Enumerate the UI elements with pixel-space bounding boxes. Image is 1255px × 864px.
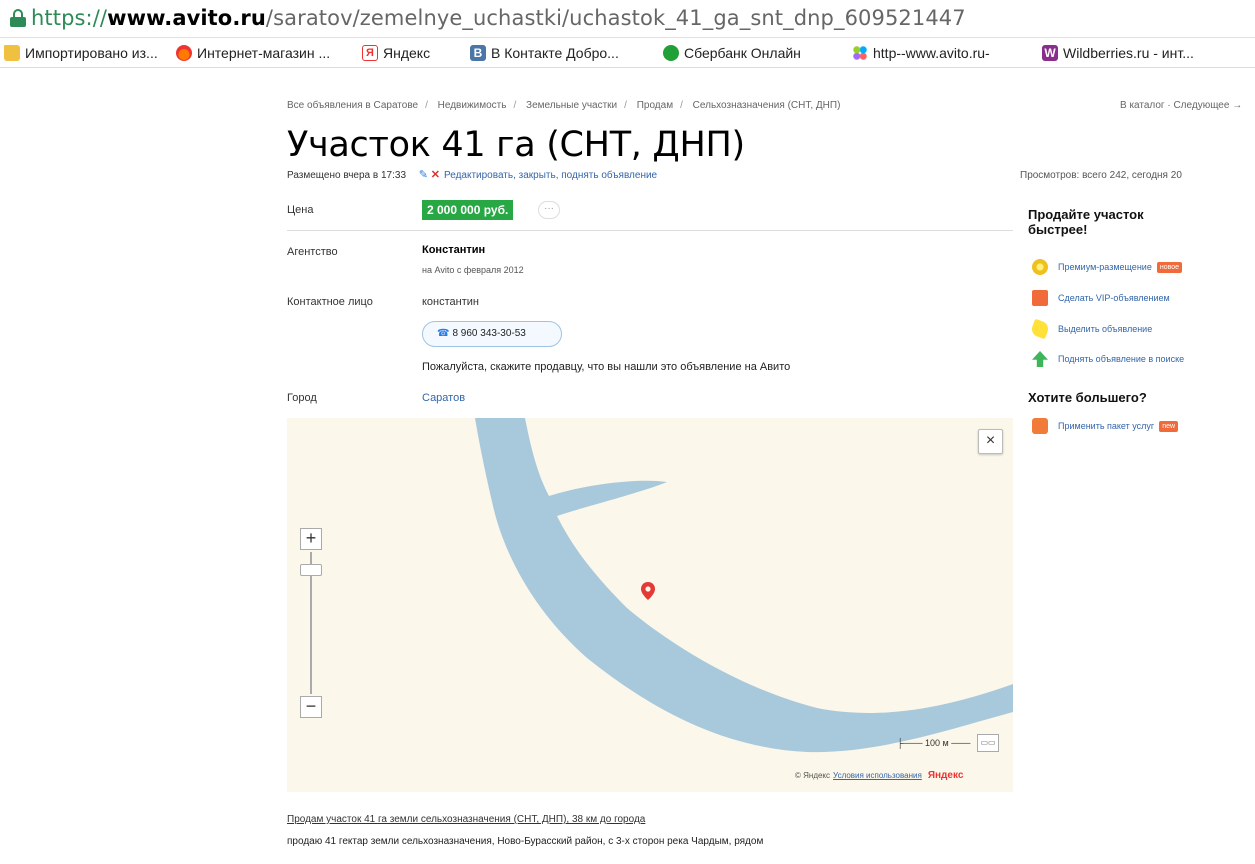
pencil-icon: ✎ (418, 169, 428, 181)
bookmark-sberbank[interactable]: Сбербанк Онлайн (663, 43, 801, 63)
new-badge: новое (1156, 261, 1183, 273)
location-pin-icon[interactable] (641, 582, 655, 600)
address-bar[interactable]: https://www.avito.ru/saratov/zemelnye_uc… (0, 0, 1255, 38)
highlight-icon (1029, 318, 1051, 340)
package-icon (1032, 418, 1048, 434)
avito-icon (852, 45, 868, 61)
contact-label: Контактное лицо (287, 296, 373, 308)
bookmarks-bar: Импортировано из... Интернет-магазин ...… (0, 38, 1255, 68)
zoom-slider-thumb[interactable] (300, 564, 322, 576)
bookmark-wildberries[interactable]: W Wildberries.ru - инт... (1042, 43, 1194, 63)
map-close-button[interactable]: × (978, 429, 1003, 454)
premium-icon (1032, 259, 1048, 275)
map[interactable]: × + − ├─── 100 м ─── ▭▭ © Яндекс Условия … (287, 418, 1013, 792)
bookmark-internet-shop[interactable]: Интернет-магазин ... (176, 43, 330, 63)
breadcrumb-all-saratov[interactable]: Все объявления в Саратове (287, 100, 418, 111)
new-badge: new (1159, 420, 1179, 432)
seller-note: Пожалуйста, скажите продавцу, что вы наш… (422, 361, 791, 373)
price-label: Цена (287, 204, 314, 216)
city-label: Город (287, 392, 317, 404)
description-title: Продам участок 41 га земли сельхозназнач… (287, 814, 646, 825)
bookmark-avito[interactable]: http--www.avito.ru- (852, 43, 990, 63)
view-counter: Просмотров: всего 242, сегодня 20 (1020, 170, 1182, 181)
url-text[interactable]: https://www.avito.ru/saratov/zemelnye_uc… (31, 6, 966, 30)
bookmark-vkontakte[interactable]: BВ Контакте Добро... (470, 43, 619, 63)
zoom-out-button[interactable]: − (300, 696, 322, 718)
breadcrumb-land[interactable]: Земельные участки (526, 100, 617, 111)
breadcrumb: Все объявления в Саратове / Недвижимость /… (287, 100, 841, 111)
sell-faster-heading: Продайте участок быстрее! (1028, 207, 1144, 237)
service-highlight[interactable]: Выделить объявление (1029, 318, 1152, 340)
lock-icon (10, 9, 26, 27)
agency-name[interactable]: Константин (422, 244, 485, 256)
river-shape (475, 418, 1013, 753)
bookmark-yandex[interactable]: Я Яндекс (362, 43, 430, 63)
breadcrumb-sell[interactable]: Продам (637, 100, 673, 111)
yandex-icon: Я (362, 45, 378, 61)
city-link[interactable]: Саратов (422, 392, 465, 404)
terms-link[interactable]: Условия использования (833, 771, 922, 780)
ruler-button[interactable]: ▭▭ (977, 734, 999, 752)
up-arrow-icon (1032, 351, 1048, 367)
map-copyright: © Яндекс Условия использования Яндекс (795, 770, 964, 781)
yandex-logo[interactable]: Яндекс (928, 770, 964, 781)
price-badge: 2 000 000 руб. (422, 200, 514, 220)
phone-icon: ☎ (437, 328, 450, 339)
service-vip[interactable]: Сделать VIP-объявлением (1032, 289, 1170, 307)
listing-meta: Размещено вчера в 17:33 ✎ ✕ Редактировать… (287, 168, 657, 181)
wb-icon: W (1042, 45, 1058, 61)
map-scale: ├─── 100 м ─── (897, 738, 971, 748)
contact-name: константин (422, 296, 479, 308)
service-package[interactable]: Применить пакет услуг new (1032, 417, 1179, 435)
breadcrumb-realty[interactable]: Недвижимость (438, 100, 507, 111)
fire-icon (176, 45, 192, 61)
bookmark-imported[interactable]: Импортировано из... (4, 43, 158, 63)
vip-icon (1032, 290, 1048, 306)
zoom-in-button[interactable]: + (300, 528, 322, 550)
phone-button[interactable]: ☎ 8 960 343-30-53 (422, 321, 562, 347)
agency-label: Агентство (287, 246, 338, 258)
price-more-button[interactable]: ··· (538, 201, 560, 219)
service-raise[interactable]: Поднять объявление в поиске (1032, 350, 1184, 368)
agency-since: на Avito с февраля 2012 (422, 265, 524, 275)
folder-icon (4, 45, 20, 61)
sber-icon (663, 45, 679, 61)
divider (287, 230, 1013, 231)
description-text: продаю 41 гектар земли сельхозназначения… (287, 836, 764, 847)
page-title: Участок 41 га (СНТ, ДНП) (287, 125, 745, 165)
edit-links[interactable]: ✎ ✕ Редактировать, закрыть, поднять объяв… (418, 169, 657, 181)
close-x-icon: ✕ (430, 169, 440, 181)
vk-icon: B (470, 45, 486, 61)
breadcrumb-agri[interactable]: Сельхозназначения (СНТ, ДНП) (693, 100, 841, 111)
posted-date: Размещено вчера в 17:33 (287, 170, 406, 181)
want-more-heading: Хотите большего? (1028, 390, 1147, 405)
catalog-next-link[interactable]: В каталог · Следующее → (1120, 100, 1242, 111)
service-premium[interactable]: Премиум-размещение новое (1032, 258, 1183, 276)
